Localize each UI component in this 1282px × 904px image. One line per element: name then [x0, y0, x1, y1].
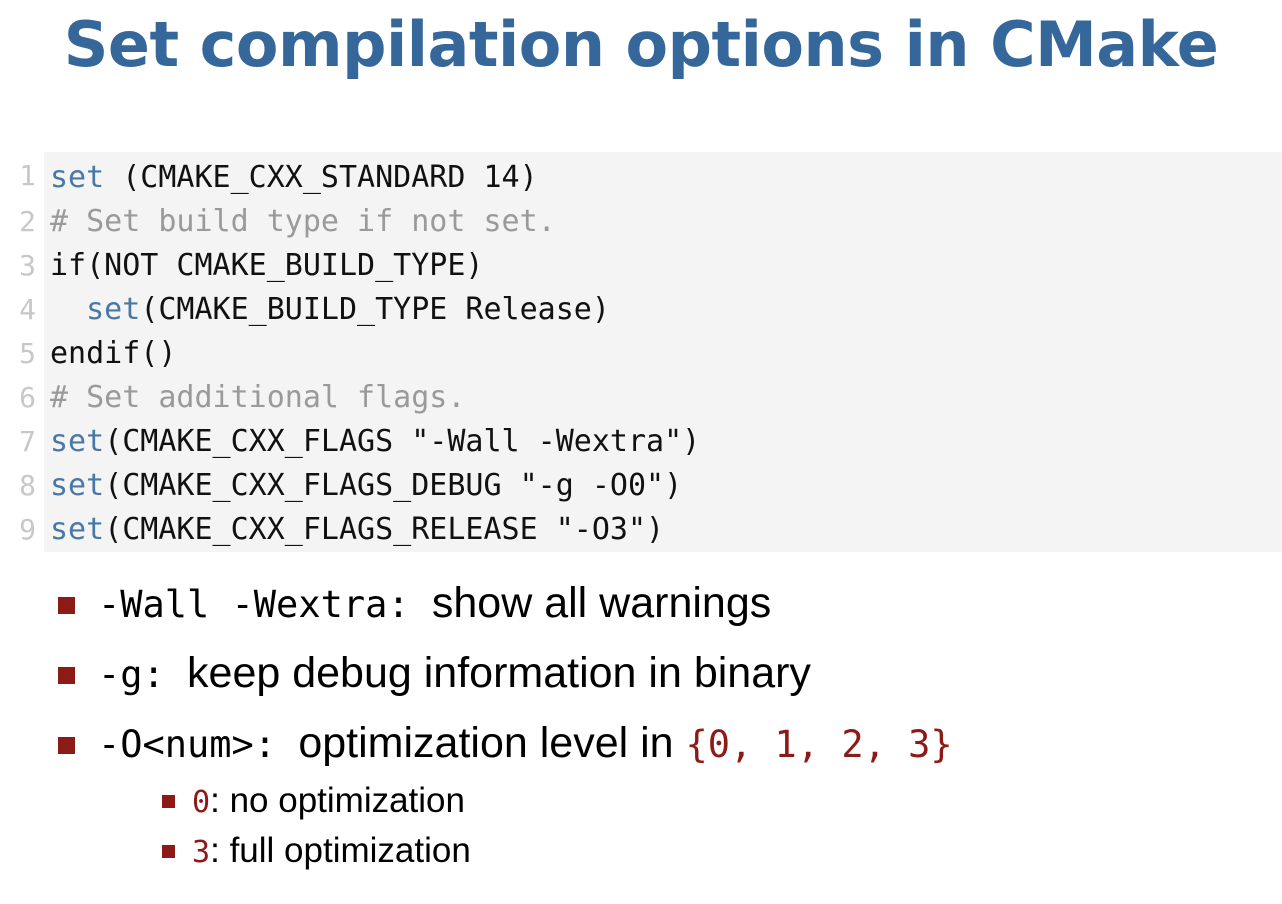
code-line-content: endif(): [44, 332, 1282, 376]
code-text: endif(): [50, 336, 177, 371]
code-line: 6 # Set additional flags.: [0, 376, 1282, 420]
line-number: 1: [0, 152, 44, 200]
code-text: (CMAKE_CXX_FLAGS "-Wall -Wextra"): [104, 424, 701, 459]
code-line: 9 set(CMAKE_CXX_FLAGS_RELEASE "-O3"): [0, 508, 1282, 552]
code-line-content: set(CMAKE_CXX_FLAGS_RELEASE "-O3"): [44, 508, 1282, 552]
flag-name: -Wall -Wextra: [98, 583, 388, 626]
code-line: 5 endif(): [0, 332, 1282, 376]
code-keyword: set: [50, 512, 105, 547]
flag-name: -g: [98, 653, 143, 696]
bullet-square-icon: [58, 667, 75, 684]
opt-level-description: full optimization: [229, 831, 471, 870]
code-line: 7 set(CMAKE_CXX_FLAGS "-Wall -Wextra"): [0, 420, 1282, 464]
code-text: (CMAKE_CXX_FLAGS_RELEASE "-O3"): [104, 512, 665, 547]
line-number: 5: [0, 332, 44, 376]
code-text: (CMAKE_CXX_FLAGS_DEBUG "-g -O0"): [104, 468, 683, 503]
code-line: 8 set(CMAKE_CXX_FLAGS_DEBUG "-g -O0"): [0, 464, 1282, 508]
flag-separator: :: [253, 723, 299, 766]
code-text: if(NOT CMAKE_BUILD_TYPE): [50, 248, 484, 283]
code-block: 1 set (CMAKE_CXX_STANDARD 14) 2 # Set bu…: [0, 152, 1282, 552]
flag-description: show all warnings: [431, 579, 772, 627]
line-number: 6: [0, 376, 44, 420]
line-number: 2: [0, 200, 44, 244]
code-line-content: # Set additional flags.: [44, 376, 1282, 420]
bullet-list: -Wall -Wextra: show all warnings -g: kee…: [0, 578, 1282, 874]
flag-description: optimization level in: [298, 719, 686, 767]
code-text: (CMAKE_BUILD_TYPE Release): [140, 292, 610, 327]
code-keyword: set: [50, 424, 105, 459]
bullet-list-region: -Wall -Wextra: show all warnings -g: kee…: [0, 578, 1282, 892]
opt-level-separator: :: [210, 781, 230, 820]
code-keyword: set: [50, 292, 141, 327]
line-number: 8: [0, 464, 44, 508]
bullet-square-icon: [162, 845, 175, 858]
flag-name: -O<num>: [98, 723, 254, 766]
code-comment: # Set additional flags.: [50, 380, 466, 415]
code-line-content: set(CMAKE_CXX_FLAGS_DEBUG "-g -O0"): [44, 464, 1282, 508]
code-line-content: if(NOT CMAKE_BUILD_TYPE): [44, 244, 1282, 288]
opt-level-description: no optimization: [229, 781, 465, 820]
opt-level-value: 3: [192, 835, 211, 870]
code-line-content: set(CMAKE_BUILD_TYPE Release): [44, 288, 1282, 332]
slide: Set compilation options in CMake 1 set (…: [0, 0, 1282, 904]
code-line: 2 # Set build type if not set.: [0, 200, 1282, 244]
code-keyword: set: [50, 468, 105, 503]
page-title: Set compilation options in CMake: [63, 8, 1219, 81]
bullet-square-icon: [58, 597, 75, 614]
flag-description: keep debug information in binary: [187, 649, 811, 697]
code-keyword: set: [50, 160, 105, 195]
code-line: 1 set (CMAKE_CXX_STANDARD 14): [0, 152, 1282, 200]
line-number: 7: [0, 420, 44, 464]
code-table: 1 set (CMAKE_CXX_STANDARD 14) 2 # Set bu…: [0, 152, 1282, 552]
flag-separator: :: [387, 583, 432, 626]
opt-level-separator: :: [210, 831, 230, 870]
code-line: 4 set(CMAKE_BUILD_TYPE Release): [0, 288, 1282, 332]
line-number: 9: [0, 508, 44, 552]
list-item: 3: full optimization: [160, 830, 1282, 874]
code-line-content: # Set build type if not set.: [44, 200, 1282, 244]
sub-bullet-list: 0: no optimization 3: full optimization: [98, 780, 1282, 874]
flag-separator: :: [142, 653, 188, 696]
code-lines: 1 set (CMAKE_CXX_STANDARD 14) 2 # Set bu…: [0, 152, 1282, 552]
line-number: 4: [0, 288, 44, 332]
bullet-square-icon: [162, 795, 175, 808]
flag-value-set: {0, 1, 2, 3}: [685, 723, 953, 766]
list-item: -Wall -Wextra: show all warnings: [56, 578, 1282, 630]
code-line-content: set(CMAKE_CXX_FLAGS "-Wall -Wextra"): [44, 420, 1282, 464]
code-comment: # Set build type if not set.: [50, 204, 556, 239]
list-item: -g: keep debug information in binary: [56, 648, 1282, 700]
code-text: (CMAKE_CXX_STANDARD 14): [104, 160, 538, 195]
opt-level-value: 0: [192, 785, 211, 820]
list-item: 0: no optimization: [160, 780, 1282, 824]
code-line-content: set (CMAKE_CXX_STANDARD 14): [44, 152, 1282, 200]
code-line: 3 if(NOT CMAKE_BUILD_TYPE): [0, 244, 1282, 288]
list-item: -O<num>: optimization level in {0, 1, 2,…: [56, 718, 1282, 874]
bullet-square-icon: [58, 737, 75, 754]
line-number: 3: [0, 244, 44, 288]
